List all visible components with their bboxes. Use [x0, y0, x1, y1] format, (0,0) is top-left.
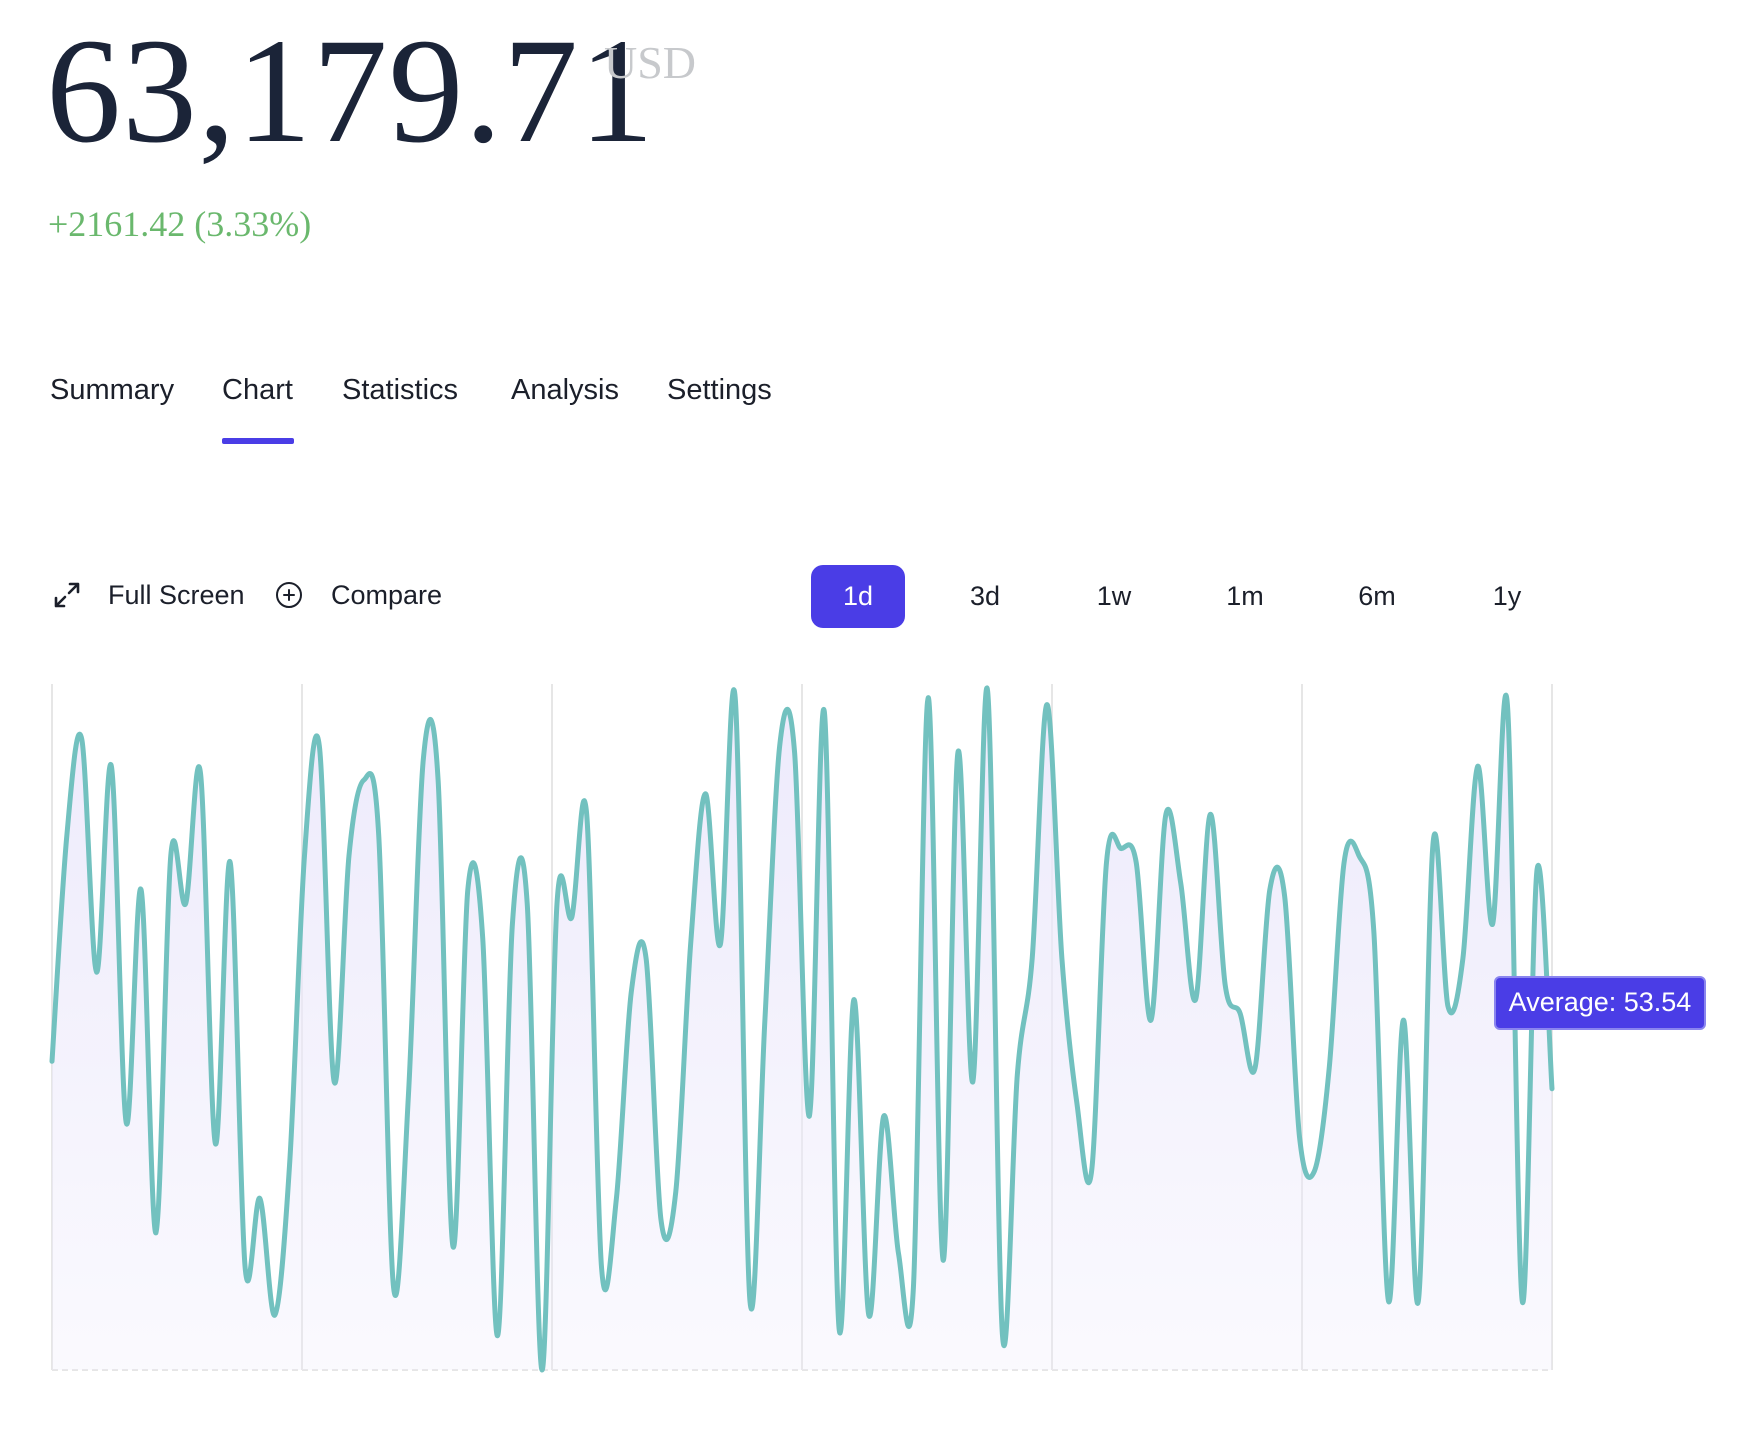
average-badge: Average: 53.54 — [1494, 975, 1706, 1030]
price-chart — [49, 684, 1555, 1373]
